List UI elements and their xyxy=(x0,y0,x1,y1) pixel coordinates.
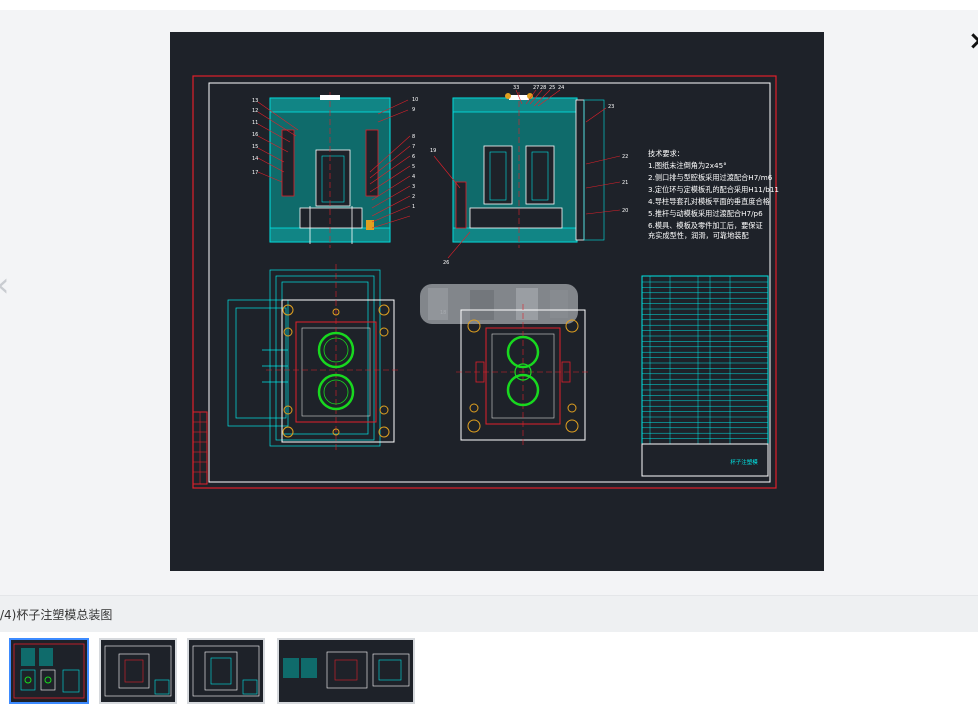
thumbnail-4-image xyxy=(283,651,410,689)
callout-8: 8 xyxy=(412,134,415,140)
plan-view-left xyxy=(227,264,400,450)
tech-req-7: 充实成型性，润滑，可靠地装配 xyxy=(648,231,749,240)
callout-19: 19 xyxy=(430,148,436,154)
callout-2: 2 xyxy=(412,194,415,200)
callout-27: 27 xyxy=(533,85,539,91)
callout-7: 7 xyxy=(412,144,415,150)
tech-req-1: 1.图纸未注倒角为2x45° xyxy=(648,161,727,170)
tech-req-4: 4.导柱导套孔对模板平面的垂直度合格 xyxy=(648,197,771,206)
thumbnail-3-image xyxy=(192,645,260,697)
chevron-left-icon[interactable]: ‹ xyxy=(0,265,14,305)
callout-9: 9 xyxy=(412,107,415,113)
callout-12: 12 xyxy=(252,108,258,114)
title-block-label: 杯子注塑模 xyxy=(730,458,758,466)
tech-req-6: 6.模具、模板及零件加工后，要保证 xyxy=(648,221,763,230)
callout-20: 20 xyxy=(622,208,628,214)
side-strip-lines xyxy=(193,412,207,484)
callout-17: 17 xyxy=(252,170,258,176)
blurred-watermark xyxy=(420,284,578,324)
callout-4: 4 xyxy=(412,174,415,180)
plan-view-right xyxy=(456,304,590,446)
thumbnail-3[interactable] xyxy=(187,638,265,704)
thumbnail-1[interactable] xyxy=(9,638,89,704)
tech-req-3: 3.定位环与定模板孔的配合采用H11/b11 xyxy=(648,185,779,194)
callout-24: 24 xyxy=(558,85,564,91)
section-view-right xyxy=(452,92,605,248)
thumbnail-4[interactable] xyxy=(277,638,415,704)
tech-req-5: 5.推杆与动模板采用过渡配合H7/p6 xyxy=(648,209,763,218)
callout-23: 23 xyxy=(608,104,614,110)
callout-26: 26 xyxy=(443,260,449,266)
callout-6: 6 xyxy=(412,154,415,160)
callout-10: 10 xyxy=(412,97,418,103)
thumbnail-1-image xyxy=(13,643,85,699)
caption-bar: /4)杯子注塑模总装图 xyxy=(0,595,978,632)
tech-req-2: 2.侧口排与型腔板采用过渡配合H7/m6 xyxy=(648,173,773,182)
callout-25: 25 xyxy=(549,85,555,91)
callout-11: 11 xyxy=(252,120,258,126)
callout-21: 21 xyxy=(622,180,628,186)
callout-15: 15 xyxy=(252,144,258,150)
drawing-image: 技术要求： 1.图纸未注倒角为2x45° 2.侧口排与型腔板采用过渡配合H7/m… xyxy=(170,32,824,571)
callout-33: 33 xyxy=(513,85,519,91)
image-caption: /4)杯子注塑模总装图 xyxy=(0,608,113,622)
callout-22: 22 xyxy=(622,154,628,160)
callout-5: 5 xyxy=(412,164,415,170)
image-viewer: ‹ × xyxy=(0,10,978,595)
thumbnail-2-image xyxy=(104,645,172,697)
tech-requirements: 技术要求： 1.图纸未注倒角为2x45° 2.侧口排与型腔板采用过渡配合H7/m… xyxy=(648,149,779,240)
callout-3: 3 xyxy=(412,184,415,190)
callout-14: 14 xyxy=(252,156,258,162)
thumbnail-strip xyxy=(0,632,978,714)
callout-28: 28 xyxy=(540,85,546,91)
close-icon[interactable]: × xyxy=(968,28,978,54)
callout-1: 1 xyxy=(412,204,415,210)
callout-16: 16 xyxy=(252,132,258,138)
parts-table: 杯子注塑模 xyxy=(641,275,769,477)
thumbnail-2[interactable] xyxy=(99,638,177,704)
callout-13: 13 xyxy=(252,98,258,104)
cad-drawing: 技术要求： 1.图纸未注倒角为2x45° 2.侧口排与型腔板采用过渡配合H7/m… xyxy=(192,75,779,489)
top-strip xyxy=(0,0,978,10)
tech-req-0: 技术要求： xyxy=(648,149,684,158)
